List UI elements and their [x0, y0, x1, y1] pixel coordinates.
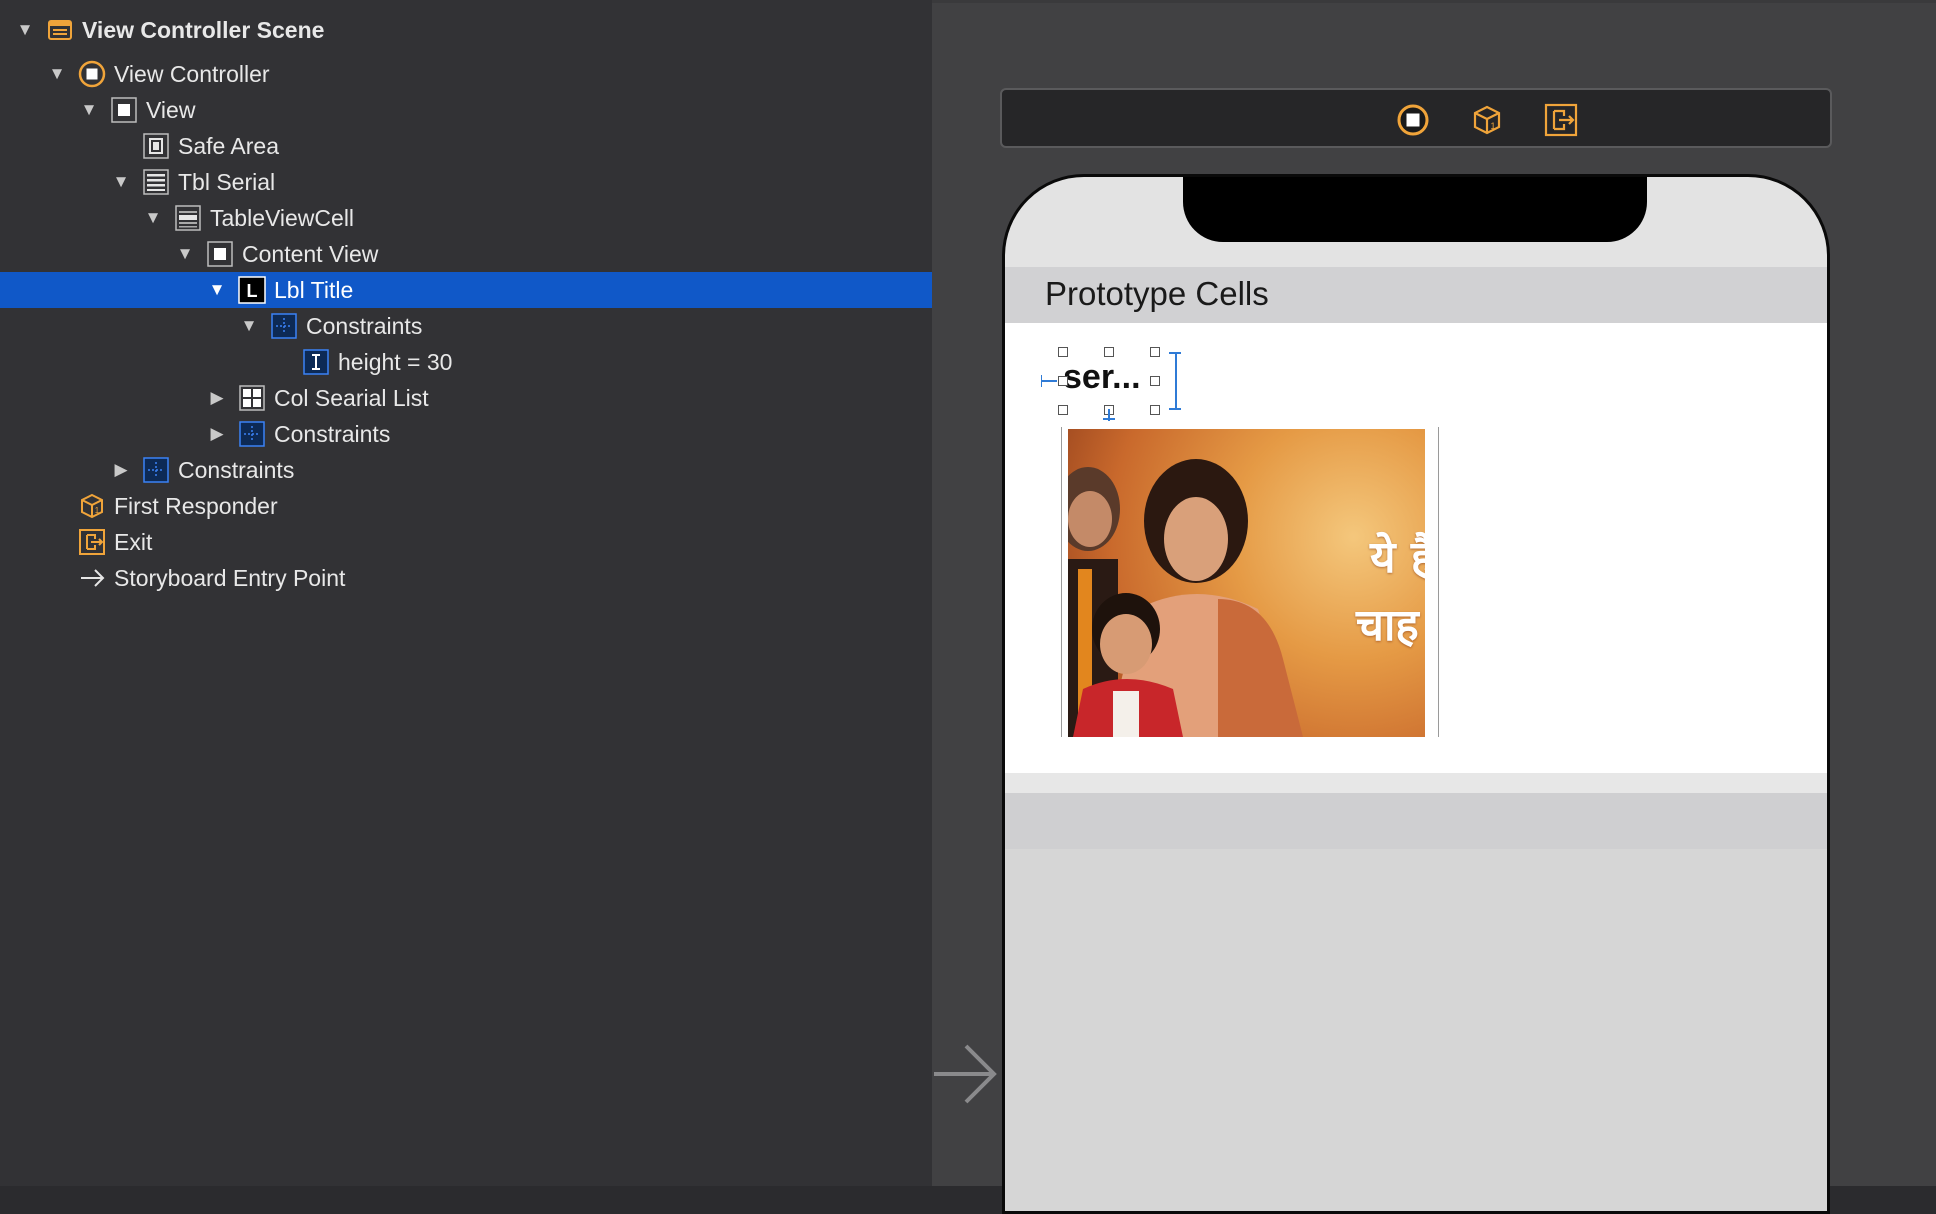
scene-dock: 1	[1000, 88, 1832, 148]
disclosure-collapsed-icon[interactable]: ▶	[206, 423, 228, 445]
divider	[932, 0, 1936, 3]
table-view-icon	[142, 168, 170, 196]
outline-row-label: View Controller Scene	[82, 17, 325, 43]
scene-icon	[46, 16, 74, 44]
exit-icon[interactable]	[1544, 103, 1578, 137]
constraints-icon	[270, 312, 298, 340]
outline-row-label: Storyboard Entry Point	[114, 565, 346, 591]
entry-arrow-icon	[78, 564, 106, 592]
outline-row-label: Exit	[114, 529, 153, 555]
outline-row-label: Constraints	[306, 313, 423, 339]
cell-separator	[1005, 773, 1827, 793]
outline-row-label: Content View	[242, 241, 379, 267]
svg-text:L: L	[247, 281, 258, 301]
disclosure-collapsed-icon[interactable]: ▶	[110, 459, 132, 481]
outline-row-view-controller[interactable]: ▼ View Controller	[0, 56, 978, 92]
poster-text-line-2: चाह	[1356, 600, 1419, 651]
first-responder-icon[interactable]: 1	[1470, 103, 1504, 137]
constraints-icon	[142, 456, 170, 484]
disclosure-expanded-icon[interactable]: ▼	[14, 19, 36, 41]
outline-row-label: Constraints	[178, 457, 295, 483]
view-icon	[206, 240, 234, 268]
storyboard-canvas[interactable]: 1 Prototype Cells ser... ये चाह	[932, 0, 1936, 1214]
disclosure-expanded-icon[interactable]: ▼	[110, 171, 132, 193]
exit-icon	[78, 528, 106, 556]
iphone-frame: Prototype Cells ser... ये चाह	[1002, 174, 1830, 1214]
serial-poster-image[interactable]: ये है चाह	[1068, 429, 1425, 737]
poster-text-line-1: ये है	[1370, 532, 1425, 583]
outline-row-view[interactable]: ▼ View	[0, 92, 1010, 128]
outline-row-label: Constraints	[274, 421, 391, 447]
outline-row-first-responder[interactable]: 1 First Responder	[0, 488, 978, 524]
collection-view-icon	[238, 384, 266, 412]
disclosure-expanded-icon[interactable]: ▼	[78, 99, 100, 121]
svg-text:1: 1	[95, 506, 100, 515]
outline-row-label: height = 30	[338, 349, 453, 375]
document-outline: ▼ View Controller Scene ▼ View Controlle…	[0, 0, 1138, 1186]
outline-row-label: Col Searial List	[274, 385, 429, 411]
outline-row-label: First Responder	[114, 493, 278, 519]
outline-row-storyboard-entry-point[interactable]: Storyboard Entry Point	[0, 560, 978, 596]
outline-row-label: View Controller	[114, 61, 270, 87]
view-controller-icon	[78, 60, 106, 88]
label-icon: L	[238, 276, 266, 304]
outline-row-label: Safe Area	[178, 133, 280, 159]
outline-row-tableviewcell[interactable]: ▼ TableViewCell	[0, 200, 1074, 236]
table-footer	[1005, 793, 1827, 849]
outline-row-label: TableViewCell	[210, 205, 355, 231]
disclosure-expanded-icon[interactable]: ▼	[142, 207, 164, 229]
first-responder-icon: 1	[78, 492, 106, 520]
storyboard-entry-arrow-icon[interactable]	[932, 1038, 998, 1110]
height-constraint-icon	[302, 348, 330, 376]
disclosure-expanded-icon[interactable]: ▼	[46, 63, 68, 85]
outline-row-label: View	[146, 97, 196, 123]
outline-row-label: Lbl Title	[274, 277, 354, 303]
disclosure-expanded-icon[interactable]: ▼	[238, 315, 260, 337]
svg-text:1: 1	[1490, 121, 1495, 131]
safe-area-icon	[142, 132, 170, 160]
constraints-icon	[238, 420, 266, 448]
outline-row-safe-area[interactable]: Safe Area	[0, 128, 1042, 164]
section-header-title: Prototype Cells	[1045, 275, 1269, 312]
outline-row-scene[interactable]: ▼ View Controller Scene	[0, 12, 946, 48]
outline-row-label: Tbl Serial	[178, 169, 276, 195]
table-empty-area	[1005, 849, 1827, 1211]
view-controller-icon[interactable]	[1396, 103, 1430, 137]
disclosure-collapsed-icon[interactable]: ▶	[206, 387, 228, 409]
table-cell-icon	[174, 204, 202, 232]
view-icon	[110, 96, 138, 124]
outline-row-exit[interactable]: Exit	[0, 524, 978, 560]
disclosure-expanded-icon[interactable]: ▼	[174, 243, 196, 265]
constraint-indicators	[1041, 352, 1181, 421]
outline-row-constraints[interactable]: ▶ Constraints	[0, 452, 1042, 488]
device-notch	[1183, 177, 1647, 242]
disclosure-expanded-icon[interactable]: ▼	[206, 279, 228, 301]
outline-row-tbl-serial[interactable]: ▼ Tbl Serial	[0, 164, 1042, 200]
